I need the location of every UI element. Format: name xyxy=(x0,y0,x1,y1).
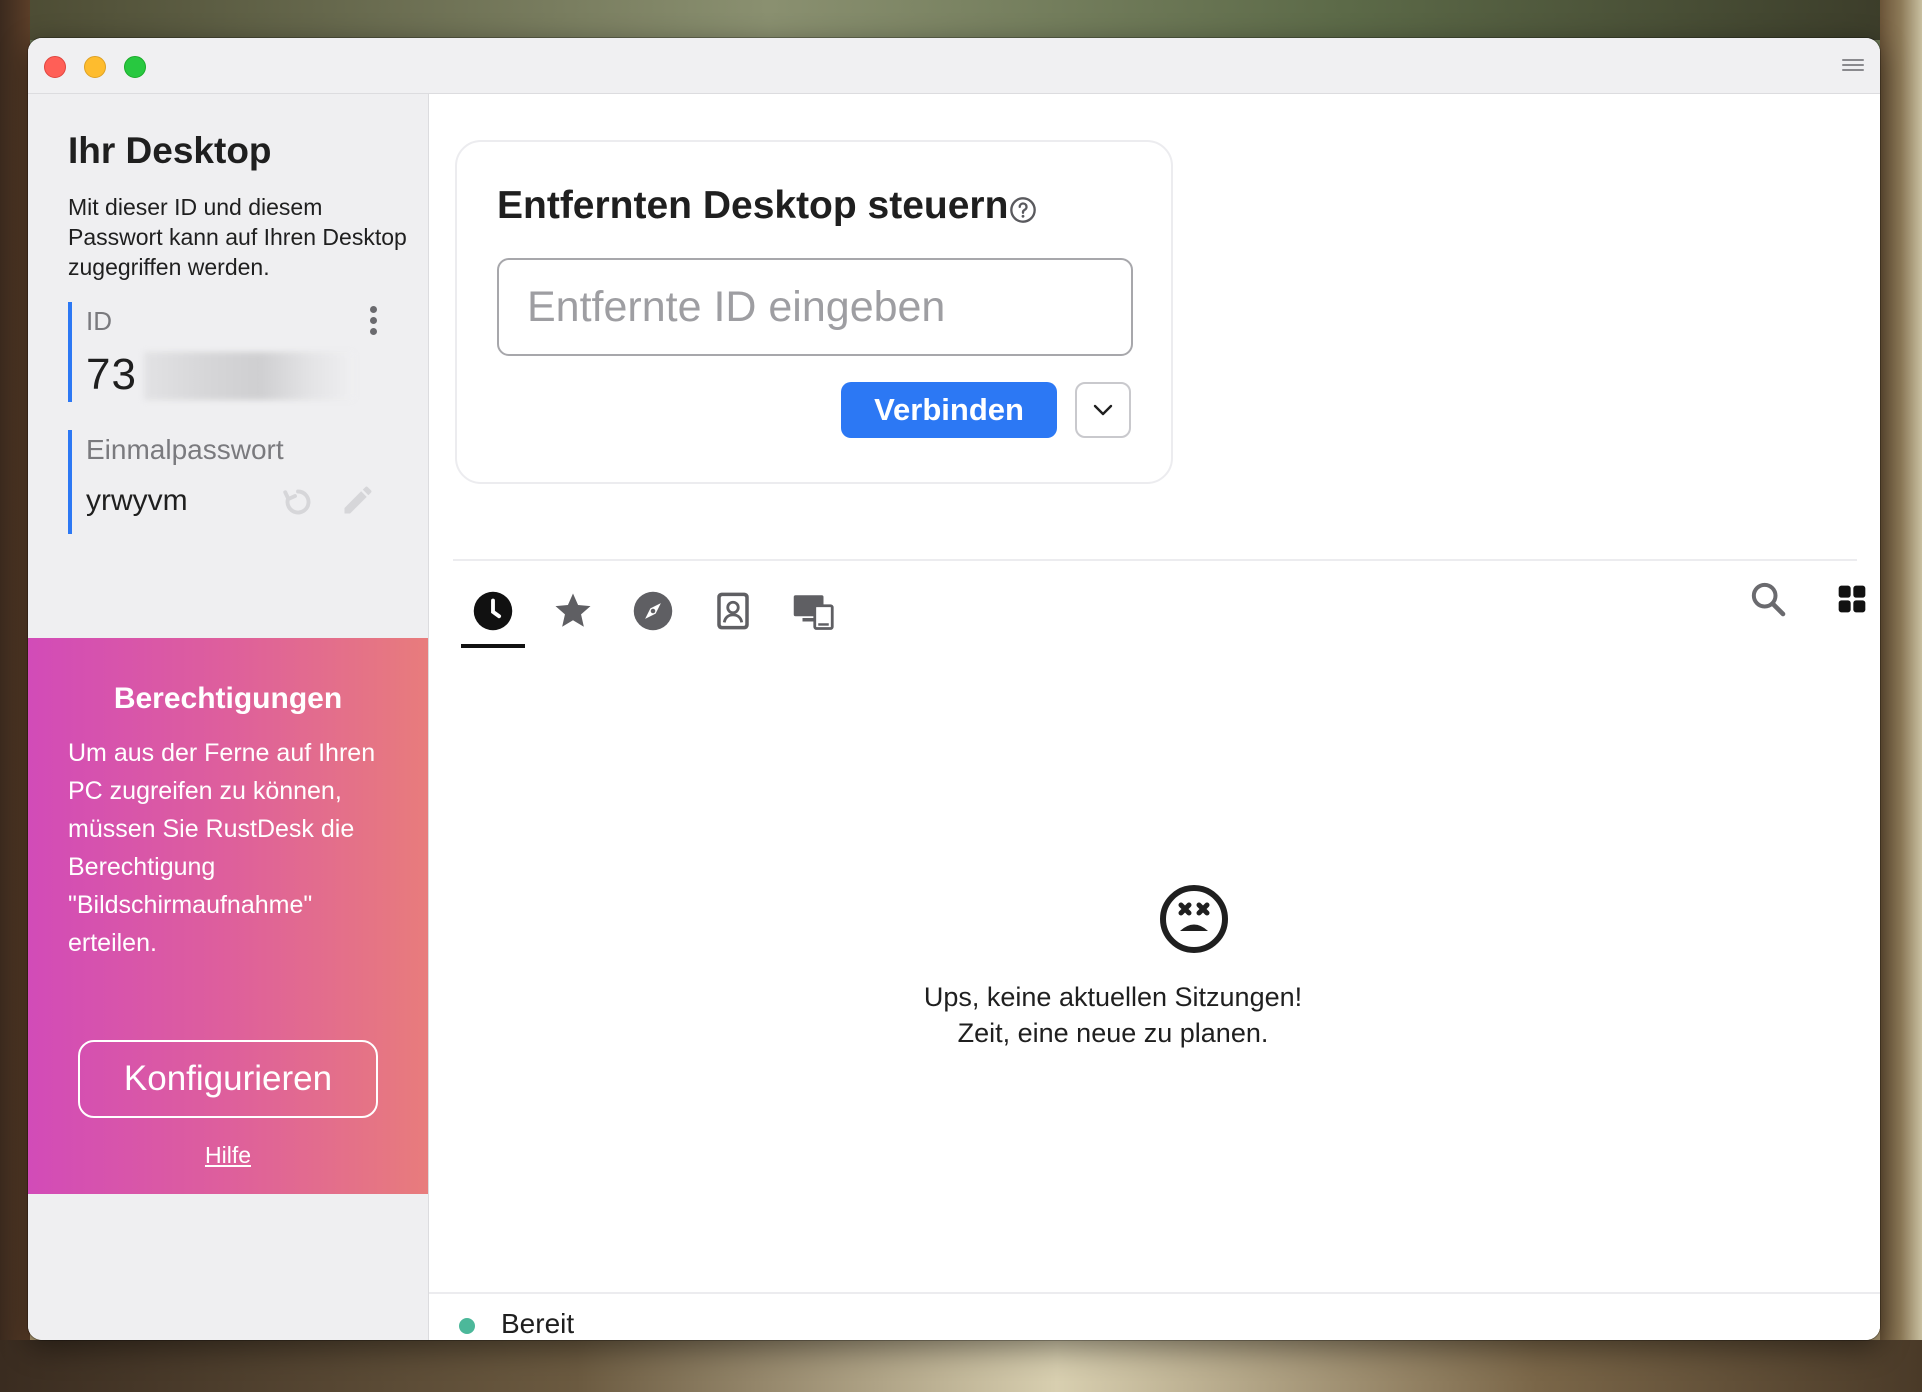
hamburger-menu-icon[interactable] xyxy=(1842,56,1864,74)
id-section: ID 73 xyxy=(68,302,390,402)
address-book-icon xyxy=(717,592,749,630)
grid-view-button[interactable] xyxy=(1829,576,1875,622)
tab-recent[interactable] xyxy=(461,578,525,648)
chevron-down-icon xyxy=(1093,404,1113,416)
sad-face-icon xyxy=(1159,884,1229,954)
zoom-window-button[interactable] xyxy=(124,56,146,78)
desktop-wallpaper-right xyxy=(1880,0,1922,1392)
configure-button[interactable]: Konfigurieren xyxy=(78,1040,378,1118)
connect-card: Entfernten Desktop steuern Verbinden xyxy=(455,140,1173,484)
id-label: ID xyxy=(86,306,112,336)
password-section: Einmalpasswort yrwyvm xyxy=(68,430,390,534)
id-redacted-blur xyxy=(144,352,354,400)
connect-title: Entfernten Desktop steuern xyxy=(497,184,1009,227)
status-bar: Bereit xyxy=(429,1292,1880,1340)
status-text: Bereit xyxy=(501,1308,575,1339)
connect-options-dropdown[interactable] xyxy=(1075,382,1131,438)
compass-icon xyxy=(633,591,673,631)
tab-devices[interactable] xyxy=(781,578,845,644)
desktop-wallpaper-top xyxy=(0,0,1922,40)
grid-view-icon xyxy=(1838,585,1866,613)
rustdesk-window: Ihr Desktop Mit dieser ID und diesem Pas… xyxy=(28,38,1880,1340)
title-bar xyxy=(28,38,1880,94)
your-desktop-description: Mit dieser ID und diesem Passwort kann a… xyxy=(68,194,407,280)
search-button[interactable] xyxy=(1745,576,1791,622)
permissions-text: Um aus der Ferne auf Ihren PC zugreifen … xyxy=(68,739,376,957)
main-panel: Entfernten Desktop steuern Verbinden xyxy=(429,94,1880,1340)
remote-id-input[interactable] xyxy=(497,258,1133,356)
your-desktop-panel: Ihr Desktop Mit dieser ID und diesem Pas… xyxy=(28,94,429,1340)
permissions-title: Berechtigungen xyxy=(113,682,343,715)
tab-address-book[interactable] xyxy=(701,578,765,644)
empty-state-title: Ups, keine aktuellen Sitzungen! xyxy=(923,982,1303,1012)
search-icon xyxy=(1751,582,1786,617)
empty-state-subtitle: Zeit, eine neue zu planen. xyxy=(957,1018,1269,1048)
connect-button[interactable]: Verbinden xyxy=(841,382,1057,438)
status-indicator-dot xyxy=(459,1318,475,1334)
id-value[interactable]: 73 xyxy=(86,350,137,400)
tab-discovered[interactable] xyxy=(621,578,685,644)
help-link[interactable]: Hilfe xyxy=(28,1142,428,1169)
password-value[interactable]: yrwyvm xyxy=(86,484,188,518)
desktop-wallpaper-bottom xyxy=(0,1340,1922,1392)
star-icon xyxy=(555,593,591,627)
section-divider xyxy=(453,559,1857,561)
desktop-wallpaper-left xyxy=(0,0,30,1392)
minimize-window-button[interactable] xyxy=(84,56,106,78)
permissions-panel: Berechtigungen Um aus der Ferne auf Ihre… xyxy=(28,638,428,1194)
edit-password-icon[interactable] xyxy=(340,482,376,518)
tab-favorites[interactable] xyxy=(541,578,605,644)
your-desktop-title: Ihr Desktop xyxy=(68,130,272,171)
refresh-password-icon[interactable] xyxy=(280,484,316,520)
close-window-button[interactable] xyxy=(44,56,66,78)
help-circle-icon[interactable] xyxy=(1009,196,1037,224)
clock-icon xyxy=(473,591,513,631)
devices-icon xyxy=(793,595,834,630)
id-more-options-icon[interactable] xyxy=(368,306,378,336)
password-label: Einmalpasswort xyxy=(86,434,284,465)
